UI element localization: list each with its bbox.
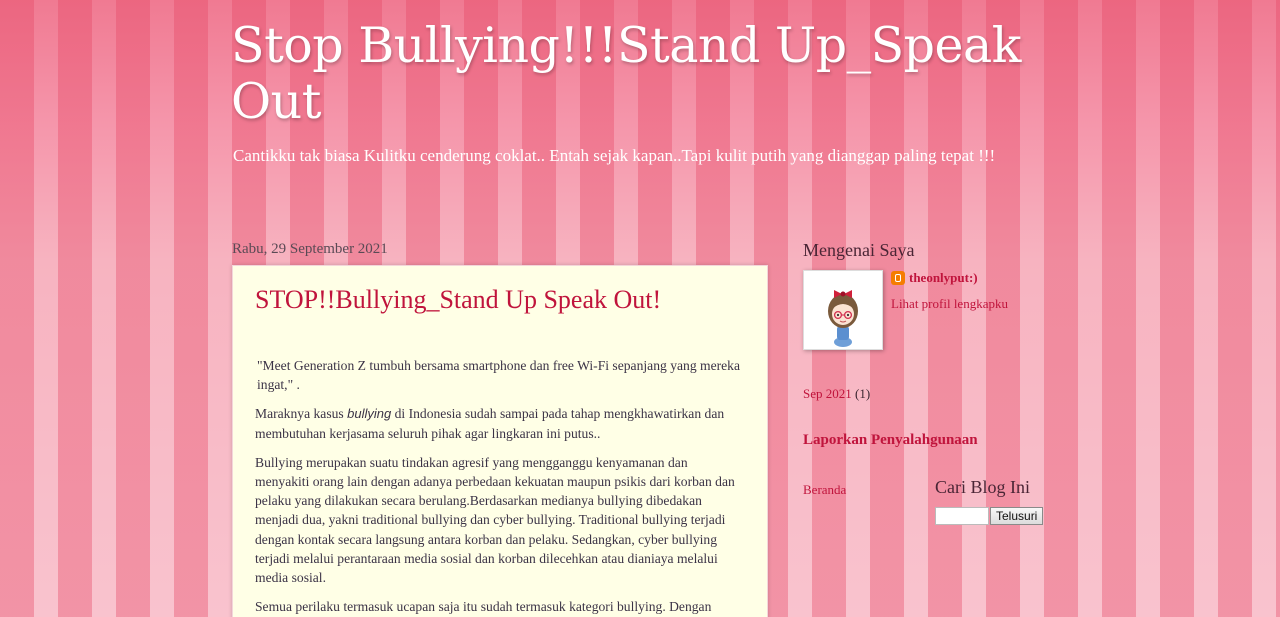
search-button[interactable]: Telusuri <box>990 507 1044 525</box>
post-body: "Meet Generation Z tumbuh bersama smartp… <box>255 356 745 616</box>
archive-item: Sep 2021 (1) <box>803 386 870 402</box>
post-quote: "Meet Generation Z tumbuh bersama smartp… <box>257 358 741 393</box>
post-card: STOP!!Bullying_Stand Up Speak Out! "Meet… <box>232 265 768 617</box>
avatar-girl-icon <box>828 290 858 347</box>
post-title[interactable]: STOP!!Bullying_Stand Up Speak Out! <box>255 284 745 316</box>
profile-name-row: theonlyput:) <box>891 270 978 286</box>
about-widget-title: Mengenai Saya <box>803 240 915 260</box>
view-profile-link[interactable]: Lihat profil lengkapku <box>891 296 1008 312</box>
post-paragraph: Semua perilaku termasuk ucapan saja itu … <box>255 599 712 615</box>
post-paragraph: Bullying merupakan suatu tindakan agresi… <box>255 454 735 586</box>
archive-count: (1) <box>855 386 871 401</box>
post-paragraph: Maraknya kasus bullying di Indonesia sud… <box>255 404 745 442</box>
post-emphasis: bullying <box>347 406 392 422</box>
profile-avatar[interactable] <box>803 270 883 350</box>
profile-name-link[interactable]: theonlyput:) <box>909 270 978 286</box>
search-form: Telusuri <box>935 507 1044 525</box>
blog-title[interactable]: Stop Bullying!!!Stand Up_Speak Out <box>231 18 1031 130</box>
sidebar: Mengenai Saya theonlyput:) Lihat profil … <box>803 240 1044 525</box>
home-link[interactable]: Beranda <box>803 482 846 498</box>
report-abuse-link[interactable]: Laporkan Penyalahgunaan <box>803 432 978 449</box>
post-text: Maraknya kasus <box>255 406 348 422</box>
blogger-icon <box>891 271 905 285</box>
blog-description: Cantikku tak biasa Kulitku cenderung cok… <box>233 146 996 165</box>
archive-month-link[interactable]: Sep 2021 <box>803 386 852 401</box>
search-widget-title: Cari Blog Ini <box>935 477 1030 497</box>
post-date: Rabu, 29 September 2021 <box>232 241 388 257</box>
blog-header: Stop Bullying!!!Stand Up_Speak Out Canti… <box>231 18 1031 168</box>
search-input[interactable] <box>935 507 989 525</box>
